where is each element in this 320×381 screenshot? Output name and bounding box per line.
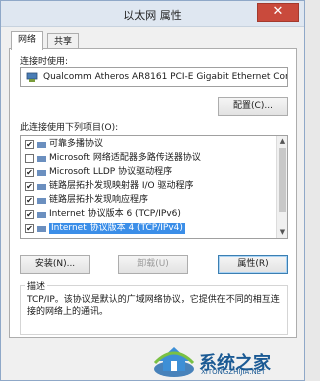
network-adapter-icon [26,72,38,82]
tab-share[interactable]: 共享 [47,33,80,48]
checkbox[interactable]: ✔ [25,224,34,233]
description-text: TCP/IP。该协议是默认的广域网络协议，它提供在不同的相互连接的网络上的通讯。 [27,295,280,317]
item-label: Internet 协议版本 4 (TCP/IPv4) [49,223,185,234]
item-label: 链路层拓扑发现映射器 I/O 驱动程序 [49,181,194,191]
item-label: Microsoft 网络适配器多路传送器协议 [49,153,201,163]
item-label: Microsoft LLDP 协议驱动程序 [49,167,173,177]
site-watermark: 系统之家 XITONGZHIJIA.NET [151,339,303,379]
protocol-icon [37,142,46,148]
network-tab-panel: 连接时使用: Qualcomm Atheros AR8161 PCI-E Gig… [9,48,297,338]
install-button[interactable]: 安装(N)... [20,255,90,274]
components-list[interactable]: ✔ 可靠多播协议 Microsoft 网络适配器多路传送器协议 ✔ Micros… [20,135,288,239]
description-legend: 描述 [25,279,48,292]
adapter-name-box: Qualcomm Atheros AR8161 PCI-E Gigabit Et… [20,67,288,87]
list-scrollbar[interactable]: ▲ ▼ [276,136,287,238]
list-item[interactable]: ✔ 可靠多播协议 [21,138,277,151]
properties-button[interactable]: 属性(R) [218,255,288,274]
list-item-selected[interactable]: ✔ Internet 协议版本 4 (TCP/IPv4) [21,222,277,235]
scroll-down-icon[interactable]: ▼ [278,228,287,237]
scroll-thumb[interactable] [279,148,286,212]
protocol-icon [37,212,46,218]
adapter-name: Qualcomm Atheros AR8161 PCI-E Gigabit Et… [43,72,288,82]
watermark-url: XITONGZHIJIA.NET [201,368,266,376]
items-label: 此连接使用下列项目(O): [20,123,119,133]
checkbox[interactable]: ✔ [25,168,34,177]
configure-button[interactable]: 配置(C)... [218,97,288,116]
properties-dialog: 以太网 属性 ✕ 网络 共享 连接时使用: Qualcomm Atheros A… [0,0,305,381]
connect-using-label: 连接时使用: [20,57,69,67]
close-button[interactable]: ✕ [257,3,299,22]
list-item[interactable]: ✔ Internet 协议版本 6 (TCP/IPv6) [21,208,277,221]
uninstall-button[interactable]: 卸载(U) [118,255,188,274]
protocol-icon [37,170,46,176]
title-bar: 以太网 属性 ✕ [1,1,304,27]
protocol-icon [37,198,46,204]
item-label: 链路层拓扑发现响应程序 [49,195,149,205]
item-label: 可靠多播协议 [49,139,104,149]
scroll-up-icon[interactable]: ▲ [278,137,287,146]
checkbox[interactable]: ✔ [25,210,34,219]
tab-network[interactable]: 网络 [11,31,44,50]
list-item[interactable]: ✔ Microsoft LLDP 协议驱动程序 [21,166,277,179]
checkbox[interactable]: ✔ [25,140,34,149]
checkbox[interactable] [25,154,34,163]
checkbox[interactable]: ✔ [25,182,34,191]
description-group: 描述 TCP/IP。该协议是默认的广域网络协议，它提供在不同的相互连接的网络上的… [20,279,288,335]
item-label: Internet 协议版本 6 (TCP/IPv6) [49,209,181,219]
list-item[interactable]: ✔ 链路层拓扑发现响应程序 [21,194,277,207]
house-logo-icon [153,347,195,377]
protocol-icon [37,226,46,232]
protocol-icon [37,156,46,162]
protocol-icon [37,184,46,190]
checkbox[interactable]: ✔ [25,196,34,205]
list-item[interactable]: Microsoft 网络适配器多路传送器协议 [21,152,277,165]
list-item[interactable]: ✔ 链路层拓扑发现映射器 I/O 驱动程序 [21,180,277,193]
